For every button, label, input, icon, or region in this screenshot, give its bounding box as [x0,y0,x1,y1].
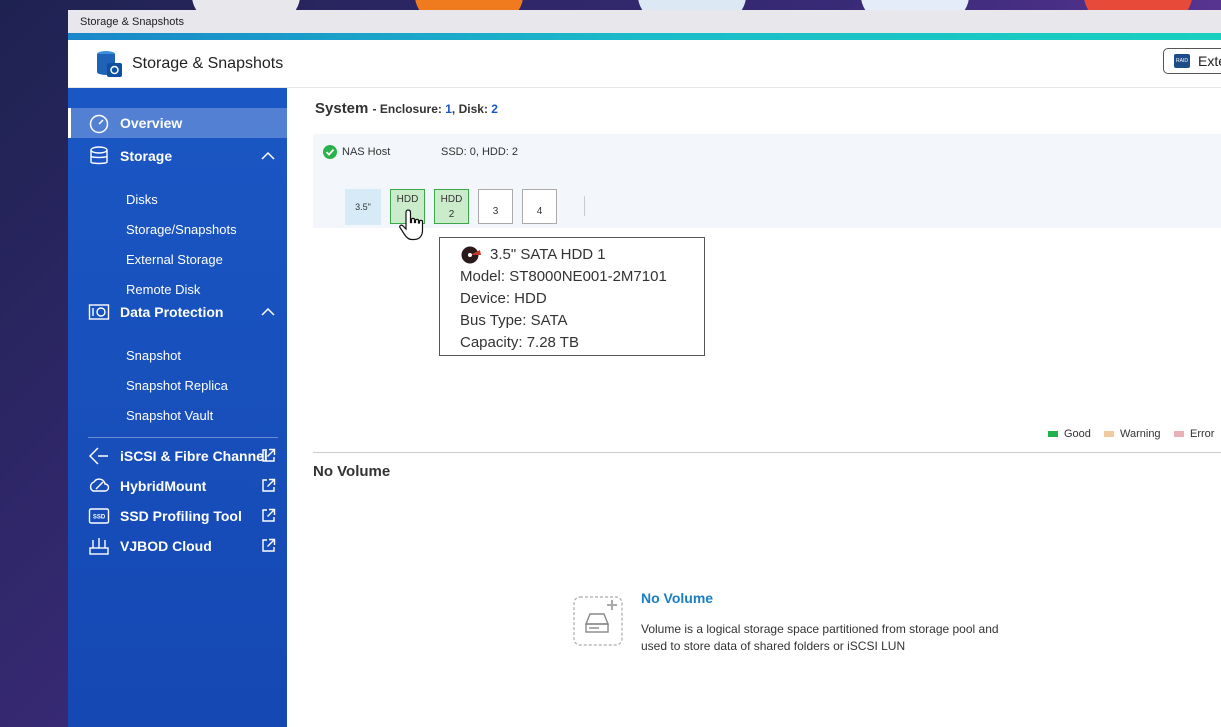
sidebar-item-storage-label: Storage [120,148,173,164]
disk-count: 2 [491,102,498,116]
hard-disk-icon [461,246,481,264]
chevron-up-icon[interactable] [261,151,275,161]
tooltip-device: Device: HDD [460,290,547,307]
sidebar-item-vjbod-cloud[interactable]: VJBOD Cloud [68,531,287,561]
storage-snapshots-app-icon [97,50,122,77]
database-icon [90,146,108,165]
disk-slot-2[interactable]: HDD 2 [434,189,469,224]
disk-slot-type: HDD [440,193,463,205]
sidebar-divider [88,437,278,438]
add-volume-icon [573,596,623,646]
sidebar-item-iscsi-label: iSCSI & Fibre Channel [120,448,268,464]
sidebar-item-hybridmount[interactable]: HybridMount [68,471,287,501]
external-link-icon[interactable] [261,478,276,493]
sidebar-item-ssd-profiling-label: SSD Profiling Tool [120,508,242,524]
svg-text:SSD: SSD [93,515,106,521]
system-meta: - Enclosure: 1, Disk: 2 [373,102,498,116]
sidebar-item-remote-disk[interactable]: Remote Disk [126,282,200,297]
tooltip-title: 3.5" SATA HDD 1 [490,246,606,263]
app-header: Storage & Snapshots RAID Exte [68,40,1221,88]
sidebar-item-vjbod-cloud-label: VJBOD Cloud [120,538,212,554]
hand-cursor-icon [399,209,424,241]
sidebar-item-disks[interactable]: Disks [126,192,158,207]
external-storage-button-label: Exte [1198,53,1221,69]
external-link-icon[interactable] [261,448,276,463]
sidebar-item-hybridmount-label: HybridMount [120,478,207,494]
external-link-icon[interactable] [261,538,276,553]
legend-swatch [1174,431,1184,437]
external-storage-button[interactable]: RAID Exte [1163,48,1221,74]
empty-state-title[interactable]: No Volume [641,590,713,606]
app-title: Storage & Snapshots [132,54,284,72]
disk-slot-4[interactable]: 4 [522,189,557,224]
external-link-icon[interactable] [261,508,276,523]
disk-tooltip: 3.5" SATA HDD 1 Model: ST8000NE001-2M710… [439,237,705,356]
sidebar-item-external-storage[interactable]: External Storage [126,252,223,267]
sidebar-item-snapshot-replica[interactable]: Snapshot Replica [126,378,228,393]
vjbod-cloud-icon [89,538,109,555]
sidebar-item-overview[interactable]: Overview [68,108,287,138]
sidebar-item-storage-snapshots[interactable]: Storage/Snapshots [126,222,237,237]
host-disk-summary: SSD: 0, HDD: 2 [441,146,519,158]
meta-prefix: - Enclosure: [372,102,446,116]
sidebar-item-iscsi[interactable]: iSCSI & Fibre Channel [68,441,287,471]
legend-error: Error [1174,428,1214,440]
window-title: Storage & Snapshots [80,15,184,28]
legend-swatch [1048,431,1058,437]
window-titlebar[interactable]: Storage & Snapshots [68,10,1221,33]
accent-bar [68,33,1221,40]
main-content: System - Enclosure: 1, Disk: 2 NAS Host … [313,88,1221,727]
camera-icon [88,304,110,320]
sidebar-item-snapshot[interactable]: Snapshot [126,348,181,363]
legend-label: Good [1064,428,1091,440]
sidebar-item-overview-label: Overview [120,115,183,131]
tooltip-header: 3.5" SATA HDD 1 [460,244,704,266]
sidebar: Overview Storage Disks Storage/Snapshots… [68,88,287,727]
legend-swatch [1104,431,1114,437]
disk-slot-number: 4 [536,206,543,217]
sidebar-item-snapshot-vault[interactable]: Snapshot Vault [126,408,213,423]
chevron-up-icon[interactable] [261,307,275,317]
legend-label: Warning [1120,428,1161,440]
enclosure-panel: NAS Host SSD: 0, HDD: 2 3.5" HDD 1 HDD 2… [313,134,1221,241]
meta-mid: , Disk: [451,102,492,116]
legend-label: Error [1190,428,1215,440]
legend-good: Good [1048,428,1091,440]
gauge-icon [89,114,109,134]
disk-slot-3[interactable]: 3 [478,189,513,224]
sidebar-item-ssd-profiling[interactable]: SSD SSD Profiling Tool [68,501,287,531]
section-divider [313,452,1221,453]
status-ok-icon [323,145,337,159]
tooltip-capacity: Capacity: 7.28 TB [460,334,579,351]
disk-slot-number: 3 [492,206,499,217]
sidebar-item-data-protection-label: Data Protection [120,304,224,320]
sidebar-item-data-protection[interactable]: Data Protection [68,297,287,327]
app-window: Storage & Snapshots Storage & Snapshots … [68,10,1221,727]
sidebar-item-storage[interactable]: Storage [68,141,287,171]
iscsi-icon [88,447,108,465]
volume-section-title: No Volume [313,463,391,480]
tooltip-model: Model: ST8000NE001-2M7101 [460,268,667,285]
disk-slot-type: HDD [396,193,419,205]
enclosure-count: 1 [445,102,452,116]
legend-warning: Warning [1104,428,1161,440]
ssd-icon: SSD [88,508,110,524]
system-title: System [315,100,369,117]
slot-divider [584,196,585,216]
drive-size-label: 3.5" [345,189,381,225]
disk-slot-number: 2 [448,208,455,220]
empty-state-description: Volume is a logical storage space partit… [641,622,999,653]
system-heading: System - Enclosure: 1, Disk: 2 [315,100,498,117]
cloud-sync-icon [89,478,110,492]
host-name: NAS Host [342,146,391,158]
tooltip-bus-type: Bus Type: SATA [460,312,568,329]
raid-icon: RAID [1174,54,1190,68]
